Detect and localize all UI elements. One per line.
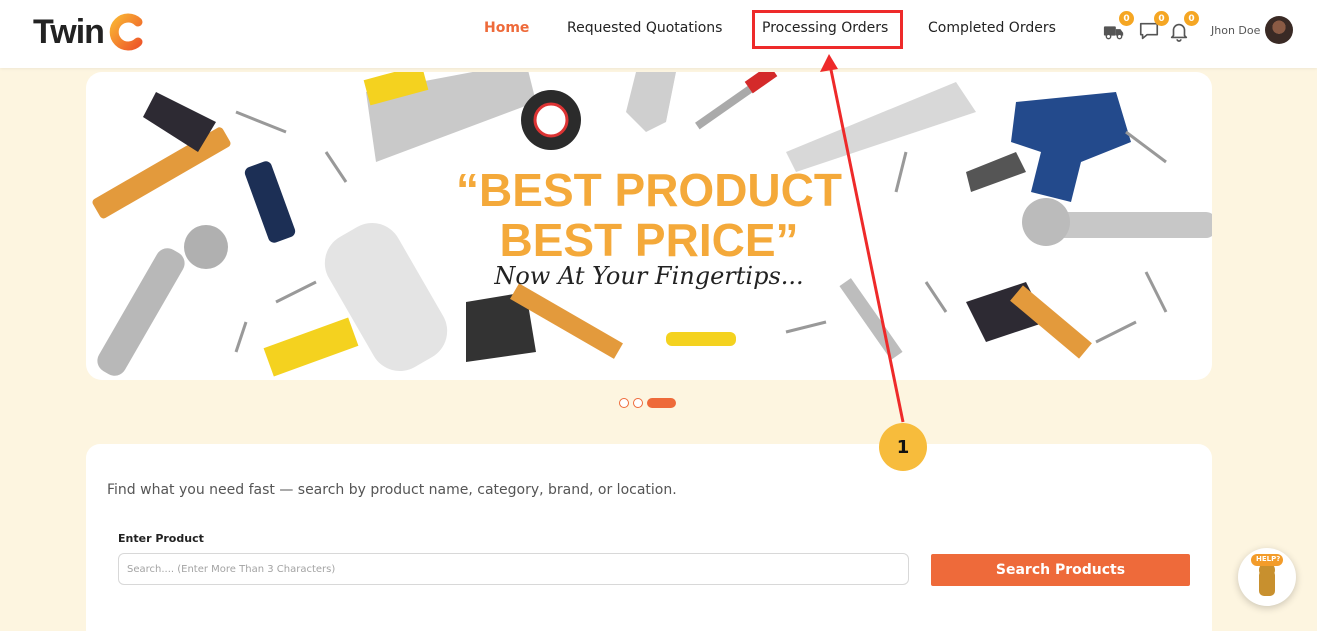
nav-requested-quotations[interactable]: Requested Quotations: [567, 20, 722, 36]
carousel-dot-2[interactable]: [633, 398, 643, 408]
carousel-dot-1[interactable]: [619, 398, 629, 408]
bell-icon[interactable]: 0: [1168, 11, 1199, 42]
search-products-button[interactable]: Search Products: [931, 554, 1190, 586]
banner-tagline: Now At Your Fingertips...: [494, 262, 804, 290]
product-search-input[interactable]: [118, 553, 909, 585]
annotation-step-number: 1: [879, 423, 927, 471]
avatar[interactable]: [1265, 16, 1293, 44]
enter-product-label: Enter Product: [118, 532, 204, 545]
user-name[interactable]: Jhon Doe: [1211, 24, 1260, 37]
logo[interactable]: Twin: [33, 12, 146, 52]
help-button[interactable]: HELP?: [1238, 548, 1296, 606]
nav-completed-orders[interactable]: Completed Orders: [928, 20, 1056, 36]
chat-icon[interactable]: 0: [1138, 11, 1169, 42]
logo-c-icon: [109, 13, 143, 51]
help-label: HELP?: [1256, 555, 1281, 563]
banner-title-line1: “BEST PRODUCT: [456, 164, 842, 216]
truck-badge: 0: [1119, 11, 1134, 26]
logo-text: Twin: [33, 12, 105, 51]
delivery-truck-icon[interactable]: 0: [1103, 11, 1134, 42]
nav-home[interactable]: Home: [484, 20, 529, 36]
search-description: Find what you need fast — search by prod…: [107, 482, 677, 498]
bell-badge: 0: [1184, 11, 1199, 26]
chat-badge: 0: [1154, 11, 1169, 26]
carousel-dots: [619, 398, 676, 408]
annotation-highlight-box: [752, 10, 903, 49]
search-card: Find what you need fast — search by prod…: [86, 444, 1212, 631]
carousel-dot-3[interactable]: [647, 398, 676, 408]
banner-title-line2: BEST PRICE”: [499, 214, 799, 266]
hero-banner: “BEST PRODUCT BEST PRICE” Now At Your Fi…: [86, 72, 1212, 380]
top-navbar: Twin Home Requested Quotations Processin…: [0, 0, 1317, 68]
